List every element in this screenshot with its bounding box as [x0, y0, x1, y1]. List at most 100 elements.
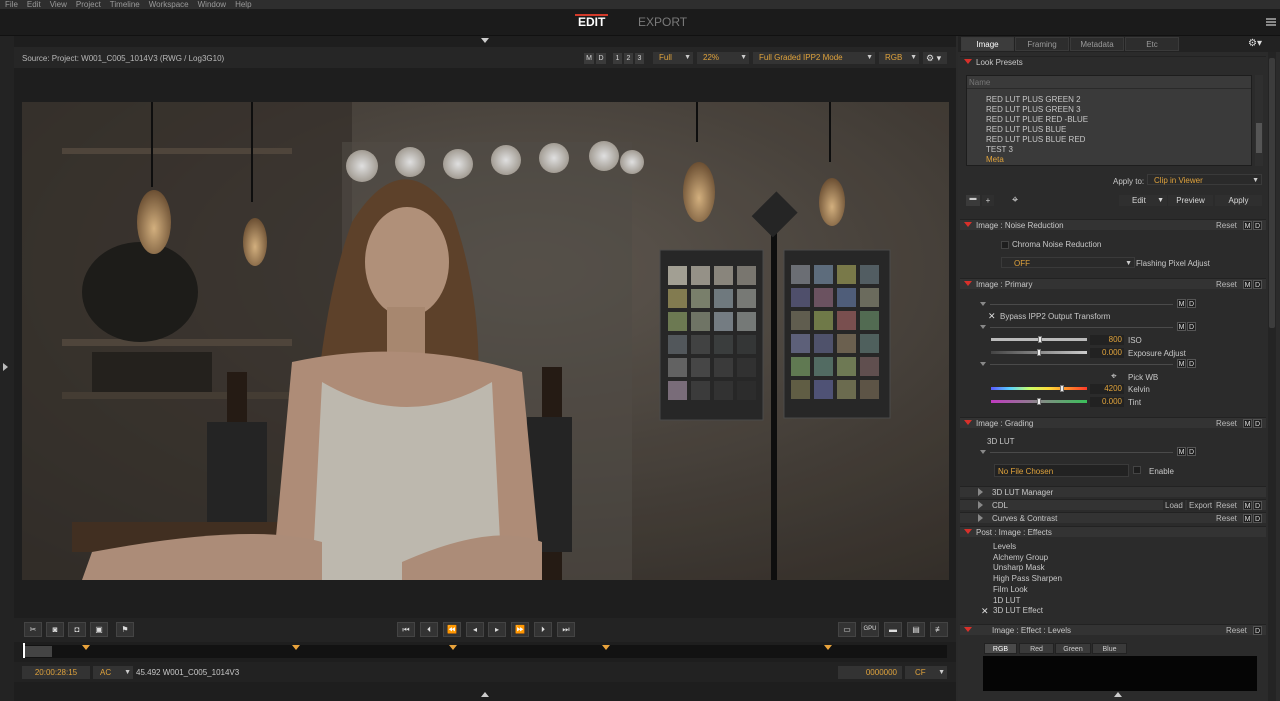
subgroup-toggle-icon[interactable] — [980, 302, 986, 306]
list-item[interactable]: RED LUT PLUS BLUE — [967, 125, 1251, 135]
flashing-pixel-dropdown[interactable]: OFF ▼ — [1001, 257, 1135, 268]
m-button[interactable]: M — [1177, 447, 1186, 456]
effects-header[interactable]: Post : Image : Effects — [960, 526, 1266, 537]
view-3-button[interactable]: 3 — [635, 53, 644, 64]
expand-left-panel-icon[interactable] — [3, 363, 8, 371]
d-button[interactable]: D — [1253, 419, 1262, 428]
menu-view[interactable]: View — [50, 0, 67, 9]
gpu-icon[interactable]: GPU — [861, 622, 879, 637]
levels-tab-rgb[interactable]: RGB — [984, 643, 1017, 654]
hamburger-menu-icon[interactable] — [1266, 18, 1276, 26]
view-2-button[interactable]: 2 — [624, 53, 633, 64]
name-filter-input[interactable]: Name — [967, 76, 1251, 89]
menu-window[interactable]: Window — [198, 0, 226, 9]
list-item[interactable]: RED LUT PLUS GREEN 3 — [967, 105, 1251, 115]
right-panel-scrollbar[interactable] — [1268, 52, 1276, 701]
m-button[interactable]: M — [1243, 501, 1252, 510]
bypass-checkbox-checked-icon[interactable]: ✕ — [988, 311, 996, 322]
timecode-field[interactable]: 20:00:28:15 — [22, 666, 90, 679]
list-item[interactable]: TEST 3 — [967, 145, 1251, 155]
panel-settings-gear-icon[interactable]: ⚙▾ — [1248, 38, 1262, 49]
lut-manager-header[interactable]: 3D LUT Manager — [960, 486, 1266, 497]
lut-file-chooser[interactable]: No File Chosen — [994, 464, 1129, 477]
kelvin-slider[interactable] — [991, 387, 1087, 390]
levels-tab-blue[interactable]: Blue — [1092, 643, 1127, 654]
folder-icon[interactable]: ▬ — [966, 195, 980, 206]
iso-slider-knob[interactable] — [1038, 336, 1042, 343]
previous-marker-icon[interactable]: ⏴ — [420, 622, 438, 637]
m-button[interactable]: M — [1177, 322, 1186, 331]
subgroup-toggle-icon[interactable] — [980, 362, 986, 366]
list-item[interactable]: Film Look — [993, 585, 1062, 596]
menu-file[interactable]: File — [5, 0, 18, 9]
list-item[interactable]: RED LUT PLUS GREEN 2 — [967, 95, 1251, 105]
levels-tab-red[interactable]: Red — [1019, 643, 1054, 654]
m-button[interactable]: M — [1243, 221, 1252, 230]
list-item[interactable]: RED LUT PLUE RED -BLUE — [967, 115, 1251, 125]
frame-mode-dropdown[interactable]: CF ▼ — [905, 666, 947, 679]
expand-bottom-icon[interactable] — [481, 692, 489, 697]
enable-checkbox[interactable] — [1133, 466, 1141, 474]
view-1-button[interactable]: 1 — [613, 53, 622, 64]
chroma-noise-checkbox[interactable] — [1001, 241, 1009, 249]
zoom-dropdown[interactable]: 22% ▼ — [697, 52, 749, 64]
timecode-mode-dropdown[interactable]: AC ▼ — [93, 666, 133, 679]
exposure-value[interactable]: 0.000 — [1090, 348, 1124, 358]
next-marker-icon[interactable]: ⏵ — [534, 622, 552, 637]
d-button[interactable]: D — [1187, 447, 1196, 456]
tab-image[interactable]: Image — [961, 37, 1014, 51]
channel-dropdown[interactable]: RGB ▼ — [879, 52, 919, 64]
monitor-d-button[interactable]: D — [596, 53, 606, 64]
subgroup-toggle-icon[interactable] — [980, 325, 986, 329]
d-button[interactable]: D — [1253, 221, 1262, 230]
aspect-ratio-icon[interactable]: ▬ — [884, 622, 902, 637]
scrollbar-thumb[interactable] — [1256, 123, 1262, 153]
timeline-scrubber[interactable] — [22, 645, 947, 658]
go-to-start-icon[interactable]: ⏮ — [397, 622, 415, 637]
menu-edit[interactable]: Edit — [27, 0, 41, 9]
d-button[interactable]: D — [1187, 322, 1196, 331]
m-button[interactable]: M — [1243, 419, 1252, 428]
clip-edit-icon[interactable]: ✂ — [24, 622, 42, 637]
primary-header[interactable]: Image : Primary Reset M D — [960, 278, 1266, 289]
tab-framing[interactable]: Framing — [1015, 37, 1069, 51]
presets-scrollbar[interactable] — [1255, 75, 1263, 166]
tint-value[interactable]: 0.000 — [1090, 397, 1124, 407]
snapshot-camera-icon[interactable]: ◙ — [46, 622, 64, 637]
3d-lut-effect-checked-icon[interactable]: ✕ — [981, 606, 989, 617]
list-item[interactable]: Levels — [993, 542, 1062, 553]
monitor-m-button[interactable]: M — [584, 53, 594, 64]
rewind-icon[interactable]: ⏪ — [443, 622, 461, 637]
view-mode-dropdown[interactable]: Full Graded IPP2 Mode ▼ — [753, 52, 875, 64]
subgroup-toggle-icon[interactable] — [980, 450, 986, 454]
expand-panel-icon[interactable] — [1114, 692, 1122, 697]
timeline-marker[interactable] — [449, 645, 457, 650]
cdl-export-button[interactable]: Export — [1187, 500, 1215, 511]
curves-header[interactable]: Curves & Contrast Reset M D — [960, 512, 1266, 523]
d-button[interactable]: D — [1253, 626, 1262, 635]
tab-etc[interactable]: Etc — [1125, 37, 1179, 51]
list-item-selected[interactable]: Meta — [967, 155, 1251, 165]
list-item[interactable]: 1D LUT — [993, 596, 1062, 607]
reset-button[interactable]: Reset — [1216, 220, 1237, 231]
scrollbar-thumb[interactable] — [1269, 58, 1275, 328]
tab-edit[interactable]: EDIT — [574, 9, 609, 36]
crosshair-icon[interactable]: ⌖ — [1012, 194, 1018, 207]
film-strip-icon[interactable]: ▤ — [907, 622, 925, 637]
flag-icon[interactable]: ⚑ — [116, 622, 134, 637]
reset-button[interactable]: Reset — [1216, 279, 1237, 290]
frame-grab-icon[interactable]: ▣ — [90, 622, 108, 637]
apply-to-dropdown[interactable]: Clip in Viewer ▼ — [1147, 174, 1262, 185]
d-button[interactable]: D — [1187, 359, 1196, 368]
m-button[interactable]: M — [1243, 280, 1252, 289]
levels-checkbox[interactable] — [980, 542, 990, 553]
settings-toggle-icon[interactable]: ≢ — [930, 622, 948, 637]
list-item[interactable]: Alchemy Group — [993, 553, 1062, 564]
levels-tab-green[interactable]: Green — [1055, 643, 1091, 654]
snapshot-rsd-icon[interactable]: ◘ — [68, 622, 86, 637]
tab-export[interactable]: EXPORT — [638, 9, 687, 36]
resolution-dropdown[interactable]: Full ▼ — [653, 52, 693, 64]
go-to-end-icon[interactable]: ⏭ — [557, 622, 575, 637]
grading-header[interactable]: Image : Grading Reset M D — [960, 417, 1266, 428]
cdl-load-button[interactable]: Load — [1163, 500, 1185, 511]
